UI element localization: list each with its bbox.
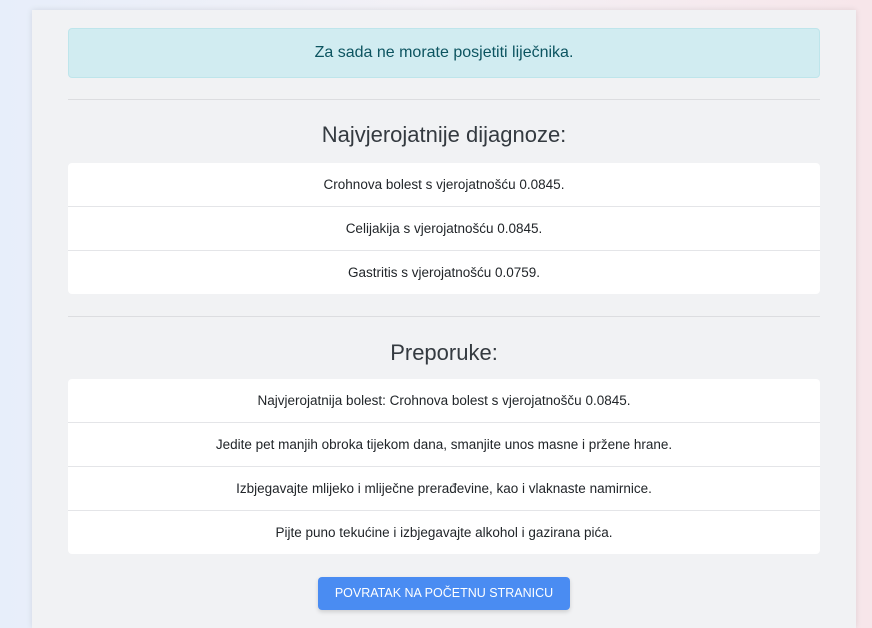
diagnoses-title: Najvjerojatnije dijagnoze: xyxy=(321,122,567,147)
list-item: Pijte puno tekućine i izbjegavajte alkoh… xyxy=(275,525,613,540)
recommendations-title: Preporuke: xyxy=(390,340,498,365)
divider xyxy=(68,99,820,100)
info-alert: Za sada ne morate posjetiti liječnika. xyxy=(68,28,820,78)
list-item: Izbjegavajte mlijeko i mliječne prerađev… xyxy=(68,467,820,511)
list-item: Celijakija s vjerojatnošću 0.0845. xyxy=(68,207,820,251)
diagnoses-list: Crohnova bolest s vjerojatnošću 0.0845. … xyxy=(68,163,820,294)
list-item: Jedite pet manjih obroka tijekom dana, s… xyxy=(68,423,820,467)
list-item: Gastritis s vjerojatnošću 0.0759. xyxy=(347,265,541,280)
divider xyxy=(68,316,820,317)
list-item: Najvjerojatnija bolest: Crohnova bolest … xyxy=(68,379,820,423)
list-item: Crohnova bolest s vjerojatnošću 0.0845. xyxy=(68,163,820,207)
result-card: Za sada ne morate posjetiti liječnika. N… xyxy=(32,10,856,628)
recommendations-list: Najvjerojatnija bolest: Crohnova bolest … xyxy=(68,379,820,554)
back-to-home-button[interactable]: POVRATAK NA POČETNU STRANICU xyxy=(318,577,570,610)
